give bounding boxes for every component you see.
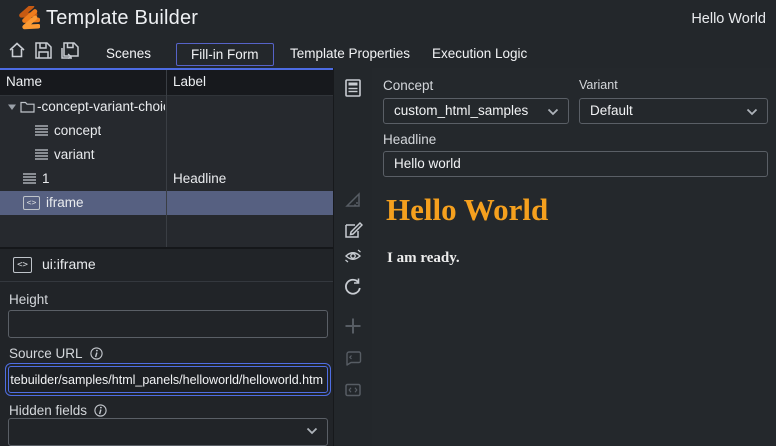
field-tree-panel: Name Label -concept-variant-choice bbox=[0, 68, 333, 247]
folder-icon bbox=[20, 100, 35, 113]
side-toolbar bbox=[333, 68, 374, 446]
template-builder-window: Template Builder Hello World Scenes Fill… bbox=[0, 0, 776, 446]
chevron-down-icon bbox=[547, 108, 559, 116]
iframe-properties-panel: <> ui:iframe Height Source URL tebuilder… bbox=[0, 247, 333, 446]
code-icon: <> bbox=[13, 257, 32, 273]
refresh-icon[interactable] bbox=[343, 276, 363, 296]
add-icon[interactable] bbox=[343, 316, 363, 336]
concept-select[interactable]: custom_html_samples bbox=[383, 98, 569, 124]
code-block-icon[interactable] bbox=[343, 380, 363, 400]
menu-bar: Scenes Fill-in Form Template Properties … bbox=[0, 38, 776, 68]
measure-icon[interactable] bbox=[343, 190, 363, 210]
column-header-name: Name bbox=[6, 74, 42, 89]
save-all-icon[interactable] bbox=[60, 41, 82, 63]
home-icon[interactable] bbox=[8, 41, 30, 63]
tab-fill-in-form[interactable]: Fill-in Form bbox=[176, 43, 274, 66]
column-header-label: Label bbox=[173, 74, 206, 89]
source-url-value: tebuilder/samples/html_panels/helloworld… bbox=[10, 373, 323, 387]
hidden-fields-select[interactable] bbox=[8, 418, 328, 446]
page-title: Template Builder bbox=[46, 7, 198, 30]
edit-icon[interactable] bbox=[343, 220, 363, 240]
tree-column-divider[interactable] bbox=[166, 70, 167, 247]
info-icon[interactable] bbox=[94, 404, 107, 417]
preview-heading: Hello World bbox=[386, 192, 548, 228]
section-header: <> ui:iframe bbox=[0, 249, 333, 282]
chevron-down-icon bbox=[306, 427, 318, 435]
source-url-input[interactable]: tebuilder/samples/html_panels/helloworld… bbox=[8, 366, 328, 393]
section-title: ui:iframe bbox=[42, 256, 96, 272]
headline-input[interactable]: Hello world bbox=[383, 151, 768, 177]
title-bar: Template Builder Hello World bbox=[0, 0, 776, 38]
app-logo-icon bbox=[12, 6, 40, 33]
chevron-down-icon bbox=[746, 108, 758, 116]
preview-body: I am ready. bbox=[387, 250, 460, 267]
tab-execution-logic[interactable]: Execution Logic bbox=[426, 43, 533, 64]
hidden-fields-label: Hidden fields bbox=[9, 403, 107, 418]
form-view-icon[interactable] bbox=[343, 78, 363, 98]
code-icon: <> bbox=[23, 196, 40, 210]
info-icon[interactable] bbox=[90, 347, 103, 360]
fill-in-form-panel: Concept custom_html_samples Variant Defa… bbox=[372, 68, 776, 446]
insert-snippet-icon[interactable] bbox=[343, 348, 363, 368]
height-input[interactable] bbox=[8, 310, 328, 338]
variant-select[interactable]: Default bbox=[579, 98, 768, 124]
document-name: Hello World bbox=[691, 11, 766, 27]
field-icon bbox=[34, 124, 49, 137]
height-label: Height bbox=[9, 292, 48, 307]
variant-label: Variant bbox=[579, 78, 618, 92]
tab-template-properties[interactable]: Template Properties bbox=[284, 43, 416, 64]
field-icon bbox=[22, 172, 37, 185]
tab-scenes[interactable]: Scenes bbox=[100, 43, 157, 64]
preview-icon[interactable] bbox=[343, 246, 363, 266]
headline-label: Headline bbox=[383, 132, 436, 147]
concept-label: Concept bbox=[383, 78, 433, 93]
field-icon bbox=[34, 148, 49, 161]
save-icon[interactable] bbox=[34, 41, 56, 63]
source-url-label: Source URL bbox=[9, 346, 103, 361]
caret-down-icon[interactable] bbox=[7, 103, 17, 111]
